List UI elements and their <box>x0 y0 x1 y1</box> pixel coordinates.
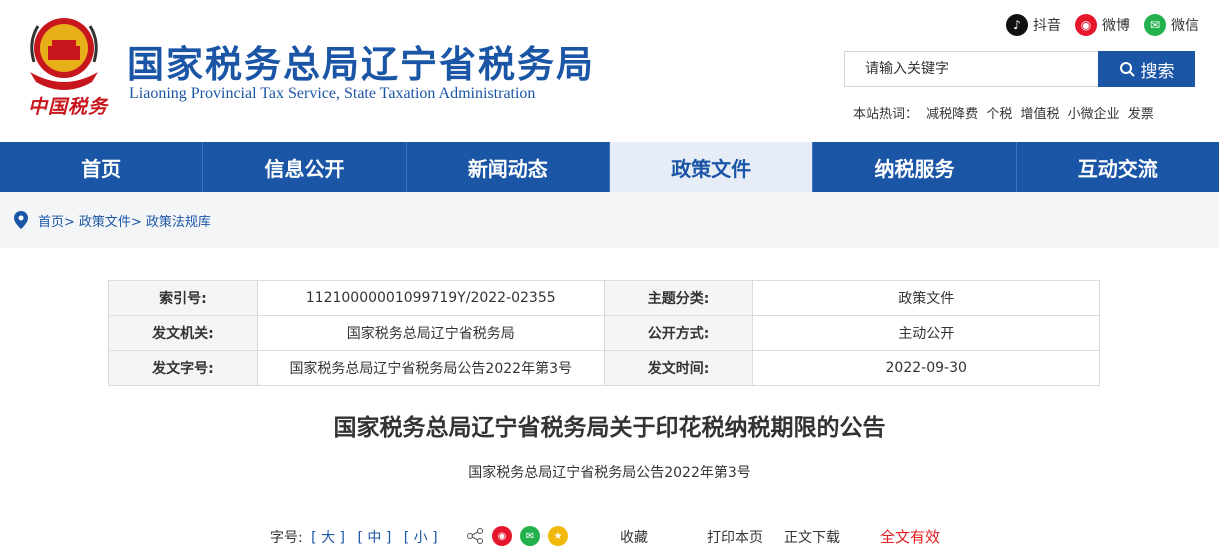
meta-value: 国家税务总局辽宁省税务局公告2022年第3号 <box>256 350 605 386</box>
validity-status: 全文有效 <box>880 528 941 546</box>
hot-word[interactable]: 增值税 <box>1020 107 1059 122</box>
meta-key: 发文机关: <box>108 315 258 351</box>
meta-value: 政策文件 <box>752 280 1100 316</box>
document-title: 国家税务总局辽宁省税务局关于印花税纳税期限的公告 <box>333 415 886 441</box>
hot-word[interactable]: 小微企业 <box>1068 107 1120 122</box>
search-icon <box>1119 62 1135 77</box>
main-nav: 首页 信息公开 新闻动态 政策文件 纳税服务 互动交流 <box>0 142 1219 192</box>
table-row: 发文机关: 国家税务总局辽宁省税务局 公开方式: 主动公开 <box>108 315 1100 351</box>
table-row: 索引号: 11210000001099719Y/2022-02355 主题分类:… <box>108 280 1100 316</box>
tab-info-disclosure[interactable]: 信息公开 <box>203 142 407 192</box>
social-douyin[interactable]: ♪ 抖音 <box>1006 14 1061 36</box>
location-pin-icon <box>14 211 28 229</box>
meta-key: 索引号: <box>108 280 258 316</box>
share-qzone-icon[interactable]: ★ <box>548 526 568 546</box>
meta-value: 国家税务总局辽宁省税务局 <box>256 315 605 351</box>
font-size-control: 字号: [ 大 ] [ 中 ] [ 小 ] <box>270 527 442 547</box>
article-toolbar: 字号: [ 大 ] [ 中 ] [ 小 ] ◉ ✉ ★ 收藏 打印本页 正文下载… <box>0 520 1219 554</box>
social-links: ♪ 抖音 ◉ 微博 ✉ 微信 <box>1006 14 1199 36</box>
meta-value: 11210000001099719Y/2022-02355 <box>256 280 605 316</box>
logo-script-text: 中国税务 <box>28 96 109 118</box>
share-wechat-icon[interactable]: ✉ <box>520 526 540 546</box>
hot-word[interactable]: 减税降费 <box>926 107 978 122</box>
tab-interaction[interactable]: 互动交流 <box>1017 142 1219 192</box>
search-button-label: 搜索 <box>1140 61 1175 82</box>
site-title[interactable]: 国家税务总局辽宁省税务局 <box>127 34 595 88</box>
search-box: 搜索 <box>844 51 1195 87</box>
font-size-small[interactable]: [ 小 ] <box>404 530 438 546</box>
favorite-button[interactable]: 收藏 <box>620 527 648 547</box>
print-button[interactable]: 打印本页 <box>707 527 763 547</box>
search-button[interactable]: 搜索 <box>1098 51 1195 87</box>
font-size-large[interactable]: [ 大 ] <box>311 530 345 546</box>
meta-value: 2022-09-30 <box>752 350 1100 386</box>
table-row: 发文字号: 国家税务总局辽宁省税务局公告2022年第3号 发文时间: 2022-… <box>108 350 1100 386</box>
tab-news[interactable]: 新闻动态 <box>407 142 610 192</box>
tab-home[interactable]: 首页 <box>0 142 204 192</box>
share-icon[interactable] <box>466 527 484 545</box>
tab-policy[interactable]: 政策文件 <box>609 142 814 192</box>
tab-tax-service[interactable]: 纳税服务 <box>813 142 1017 192</box>
share-buttons: ◉ ✉ ★ <box>466 526 568 546</box>
social-label: 微信 <box>1171 18 1199 34</box>
hot-word[interactable]: 发票 <box>1128 107 1154 122</box>
site-subtitle: Liaoning Provincial Tax Service, State T… <box>129 85 536 102</box>
site-header: 中国税务 国家税务总局辽宁省税务局 Liaoning Provincial Ta… <box>0 0 1219 142</box>
hot-words: 本站热词： 减税降费 个税 增值税 小微企业 发票 <box>853 103 1158 122</box>
meta-key: 主题分类: <box>603 280 754 316</box>
meta-key: 发文时间: <box>603 350 754 386</box>
font-size-label: 字号: <box>270 530 303 546</box>
douyin-icon: ♪ <box>1006 14 1028 36</box>
font-size-medium[interactable]: [ 中 ] <box>357 530 391 546</box>
breadcrumb-library[interactable]: 政策法规库 <box>146 211 211 230</box>
article-content: 索引号: 11210000001099719Y/2022-02355 主题分类:… <box>0 248 1219 508</box>
social-wechat[interactable]: ✉ 微信 <box>1144 14 1199 36</box>
meta-key: 公开方式: <box>603 315 754 351</box>
download-button[interactable]: 正文下载 <box>784 527 840 547</box>
social-label: 微博 <box>1102 18 1130 34</box>
document-meta-table: 索引号: 11210000001099719Y/2022-02355 主题分类:… <box>108 280 1100 386</box>
hot-word[interactable]: 个税 <box>986 107 1012 122</box>
document-number: 国家税务总局辽宁省税务局公告2022年第3号 <box>468 465 751 481</box>
hot-words-label: 本站热词： <box>853 107 919 122</box>
search-input[interactable] <box>844 51 1098 87</box>
meta-key: 发文字号: <box>108 350 258 386</box>
breadcrumb-home[interactable]: 首页> <box>38 211 75 230</box>
share-weibo-icon[interactable]: ◉ <box>492 526 512 546</box>
breadcrumb-policy[interactable]: 政策文件> <box>79 211 142 230</box>
social-label: 抖音 <box>1033 18 1061 34</box>
breadcrumb: 首页> 政策文件> 政策法规库 <box>0 192 1219 248</box>
national-emblem-icon <box>30 18 98 90</box>
social-weibo[interactable]: ◉ 微博 <box>1075 14 1130 36</box>
meta-value: 主动公开 <box>752 315 1100 351</box>
wechat-icon: ✉ <box>1144 14 1166 36</box>
weibo-icon: ◉ <box>1075 14 1097 36</box>
